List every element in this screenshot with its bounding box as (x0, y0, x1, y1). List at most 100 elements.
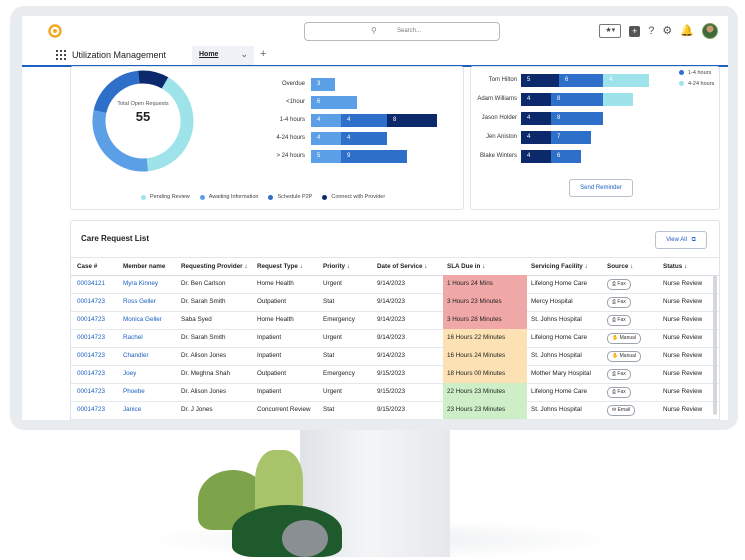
app-launcher-icon[interactable] (56, 50, 66, 60)
member-cell[interactable]: Monica Geller (123, 311, 162, 329)
column-header[interactable]: Case # (77, 263, 97, 270)
card-title: Care Request List (81, 234, 150, 243)
table-row[interactable]: 00014723 Rachel Dr. Sarah Smith Inpatient Ur… (71, 329, 719, 348)
legend-label: 1-4 hours (688, 69, 712, 76)
bar-value-label: 4 (347, 135, 351, 141)
table-row[interactable]: 00034121 Myra Kinney Dr. Ben Carlson Home H… (71, 275, 719, 294)
sla-cell: 16 Hours 24 Minutes (443, 347, 527, 365)
facility-cell: St. Johns Hospital (531, 352, 582, 359)
column-header[interactable]: Requesting Provider ↓ (181, 263, 247, 270)
view-all-label: View All (666, 237, 687, 243)
member-cell[interactable]: Janice (123, 401, 141, 419)
bar-segment: 4 (521, 131, 551, 144)
bar-value-label: 4 (317, 117, 321, 123)
source-label: Fax (617, 281, 626, 287)
search-input[interactable]: ⚲ Search... (304, 22, 500, 41)
table-row[interactable]: 00014723 Ross Geller Dr. Sarah Smith Outpat… (71, 293, 719, 312)
case-cell[interactable]: 00034121 (77, 275, 105, 293)
sla-cell: 3 Hours 28 Minutes (443, 311, 527, 329)
facility-cell: St. Johns Hospital (531, 316, 582, 323)
bar-value-label: 4 (609, 77, 613, 83)
add-icon[interactable]: + (629, 25, 641, 37)
provider-cell: Dr. Alison Jones (181, 388, 227, 395)
case-cell[interactable]: 00014723 (77, 329, 105, 347)
case-cell[interactable]: 00014723 (77, 365, 105, 383)
member-cell[interactable]: Chandler (123, 347, 149, 365)
column-header[interactable]: SLA Due in ↓ (447, 263, 485, 270)
legend-item: 4-24 hours (679, 78, 714, 89)
column-header[interactable]: Source ↓ (607, 263, 633, 270)
avatar[interactable] (702, 23, 718, 39)
member-cell[interactable]: Joey (123, 365, 136, 383)
table-row[interactable]: 00014723 Joey Dr. Meghna Shah Outpatient Eme… (71, 365, 719, 384)
new-tab-icon[interactable]: + (260, 48, 266, 60)
bar-segment (603, 93, 633, 106)
priority-cell: Urgent (323, 388, 342, 395)
legend-dot (268, 194, 274, 200)
column-header[interactable]: Member name (123, 263, 165, 270)
priority-cell: Emergency (323, 316, 355, 323)
legend-dot (679, 81, 684, 86)
bar-segment: 4 (521, 112, 551, 125)
bell-icon[interactable]: 🔔 (680, 25, 694, 37)
bar-segment: 8 (387, 114, 437, 127)
priority-cell: Stat (323, 298, 335, 305)
status-cell: Nurse Review (663, 316, 703, 323)
app-logo-icon (48, 24, 62, 38)
table-row[interactable]: 00014723 Janice Dr. J Jones Concurrent Revi… (71, 401, 719, 420)
chevron-down-icon[interactable]: ⌄ (240, 49, 248, 60)
date-cell: 9/14/2023 (377, 334, 406, 341)
legend-label: 4-24 hours (688, 80, 715, 87)
sla-cell: 18 Hours 00 Minutes (443, 365, 527, 383)
source-badge: ⎙ Fax (607, 387, 631, 398)
member-cell[interactable]: Ross Geller (123, 293, 156, 311)
plant-decoration (282, 520, 328, 557)
member-cell[interactable]: Rachel (123, 329, 143, 347)
case-cell[interactable]: 00014723 (77, 311, 105, 329)
view-all-button[interactable]: View All ⧉ (655, 231, 707, 249)
help-icon[interactable]: ? (648, 25, 654, 37)
bar-category-label: 1-4 hours (279, 117, 305, 123)
member-cell[interactable]: Phoebe (123, 383, 145, 401)
table-header: Case # Member name Requesting Provider ↓ Re… (71, 257, 719, 276)
case-cell[interactable]: 00014723 (77, 401, 105, 419)
priority-cell: Stat (323, 406, 335, 413)
priority-cell: Stat (323, 352, 335, 359)
scrollbar[interactable] (713, 275, 717, 415)
bar-value-label: 9 (347, 153, 351, 159)
provider-cell: Dr. Alison Jones (181, 352, 227, 359)
legend-dot (141, 194, 146, 200)
status-cell: Nurse Review (663, 370, 703, 377)
column-header[interactable]: Priority ↓ (323, 263, 350, 270)
date-cell: 9/15/2023 (377, 388, 406, 395)
column-header[interactable]: Date of Service ↓ (377, 263, 427, 270)
bar-value-label: 6 (317, 99, 321, 105)
screen: ⚲ Search... ★▾ + ? ⚙ 🔔 Utilization Manag… (22, 16, 728, 420)
bar-segment: 4 (341, 114, 387, 127)
tab-home[interactable]: Home ⌄ (192, 46, 254, 67)
source-label: Email (617, 407, 631, 413)
column-header[interactable]: Request Type ↓ (257, 263, 303, 270)
search-placeholder: Search... (397, 28, 422, 34)
table-row[interactable]: 00014723 Chandler Dr. Alison Jones Inpatien… (71, 347, 719, 366)
case-cell[interactable]: 00014723 (77, 347, 105, 365)
chart-legend: Pending Review Awaiting Information Schedu… (141, 194, 385, 200)
source-label: Manual (619, 353, 637, 359)
column-header[interactable]: Status ↓ (663, 263, 687, 270)
sla-cell: 1 Hours 24 Mins (443, 275, 527, 293)
reviewer-legend: 1-4 hours 4-24 hours (679, 67, 714, 89)
send-reminder-button[interactable]: Send Reminder (569, 179, 633, 197)
case-cell[interactable]: 00014723 (77, 383, 105, 401)
column-header[interactable]: Servicing Facility ↓ (531, 263, 588, 270)
bar-value-label: 5 (317, 153, 321, 159)
manual-icon: ✋ (612, 335, 620, 341)
favorites-icon[interactable]: ★▾ (599, 24, 622, 38)
facility-cell: Mercy Hospital (531, 298, 573, 305)
bar-segment: 4 (603, 74, 649, 87)
table-row[interactable]: 00014723 Phoebe Dr. Alison Jones Inpatient U… (71, 383, 719, 402)
type-cell: Outpatient (257, 298, 287, 305)
member-cell[interactable]: Myra Kinney (123, 275, 158, 293)
case-cell[interactable]: 00014723 (77, 293, 105, 311)
gear-icon[interactable]: ⚙ (662, 25, 672, 37)
table-row[interactable]: 00014723 Monica Geller Saba Syed Home Healt… (71, 311, 719, 330)
